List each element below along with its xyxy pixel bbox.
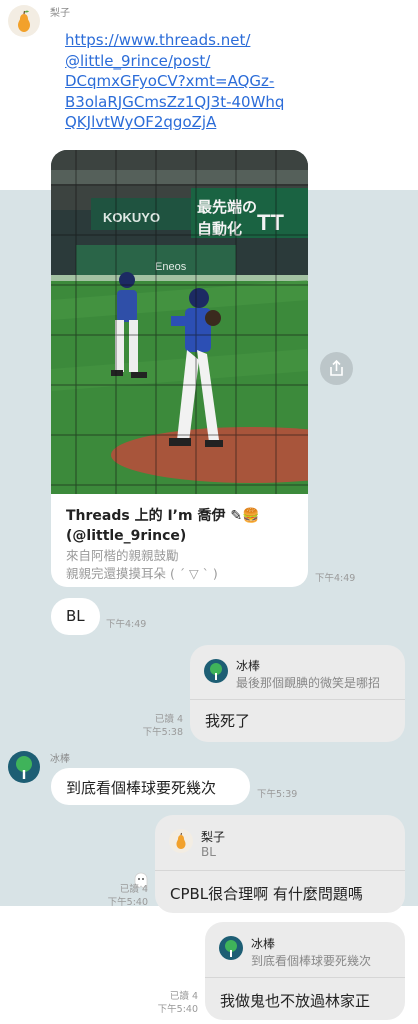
preview-title: Threads 上的 I’m 喬伊 ✎🍔 (@little_9rince) bbox=[66, 506, 302, 546]
message-text: CPBL很合理啊 有什麼問題嗎 bbox=[170, 885, 363, 903]
preview-handle: (@little_9rince) bbox=[66, 528, 187, 544]
preview-description: 來自阿楷的親親鼓勵 親親完還摸摸耳朵 ( ´ ▽ ` ) bbox=[66, 547, 302, 583]
preview-title-text: Threads 上的 I’m 喬伊 ✎🍔 bbox=[66, 508, 260, 524]
tree-avatar[interactable] bbox=[8, 751, 40, 783]
read-receipt: 已讀 4 bbox=[119, 884, 148, 895]
reply-quote-header[interactable]: 冰棒 最後那個靦腆的微笑是哪招 bbox=[190, 645, 405, 700]
tree-avatar bbox=[219, 936, 243, 960]
link-line: QKJlvtWyOF2qgoZjA bbox=[65, 113, 217, 131]
reply-sender-name: 冰棒 bbox=[251, 937, 276, 951]
svg-text:TT: TT bbox=[257, 210, 284, 235]
reply-message-bubble[interactable]: 冰棒 到底看個棒球要死幾次 我做鬼也不放過林家正 bbox=[205, 922, 405, 1020]
pear-icon bbox=[18, 10, 30, 32]
preview-desc-line: 來自阿楷的親親鼓勵 bbox=[66, 548, 179, 563]
timestamp: 下午5:39 bbox=[257, 789, 298, 800]
reply-message-bubble[interactable]: 梨子 BL CPBL很合理啊 有什麼問題嗎 bbox=[155, 815, 405, 913]
link-preview-card[interactable]: KOKUYO 最先端の 自動化 TT Eneos Threads 上的 I’m … bbox=[51, 150, 308, 587]
svg-text:最先端の: 最先端の bbox=[197, 198, 257, 216]
timestamp: 下午5:40 bbox=[107, 897, 148, 908]
reply-quoted-text: 最後那個靦腆的微笑是哪招 bbox=[236, 676, 381, 690]
reply-quote-header[interactable]: 梨子 BL bbox=[155, 815, 405, 871]
message-bubble[interactable]: BL bbox=[51, 598, 100, 635]
sender-name: 冰棒 bbox=[50, 754, 70, 765]
svg-text:KOKUYO: KOKUYO bbox=[103, 210, 160, 225]
reply-message-bubble[interactable]: 冰棒 最後那個靦腆的微笑是哪招 我死了 bbox=[190, 645, 405, 742]
threads-link[interactable]: https://www.threads.net/ @little_9rince/… bbox=[65, 30, 308, 133]
share-icon bbox=[330, 359, 343, 376]
pear-icon bbox=[176, 832, 186, 849]
timestamp: 下午4:49 bbox=[315, 573, 356, 584]
reply-quoted-text: BL bbox=[201, 845, 216, 859]
reply-quote-header[interactable]: 冰棒 到底看個棒球要死幾次 bbox=[205, 922, 405, 978]
link-line: https://www.threads.net/ bbox=[65, 31, 251, 49]
link-line: @little_9rince/post/ bbox=[65, 51, 211, 70]
pear-avatar[interactable] bbox=[8, 5, 40, 37]
reply-sender-name: 冰棒 bbox=[236, 659, 261, 673]
read-receipt: 已讀 4 bbox=[169, 991, 198, 1002]
share-button[interactable] bbox=[320, 352, 353, 385]
link-line: DCqmxGFyoCV?xmt=AQGz- bbox=[65, 72, 275, 90]
timestamp: 下午5:40 bbox=[157, 1004, 198, 1015]
message-text: 到底看個棒球要死幾次 bbox=[66, 779, 217, 797]
reply-quoted-text: 到底看個棒球要死幾次 bbox=[251, 954, 372, 968]
tree-icon bbox=[16, 756, 32, 779]
preview-desc-line: 親親完還摸摸耳朵 ( ´ ▽ ` ) bbox=[66, 566, 218, 581]
svg-text:Eneos: Eneos bbox=[155, 261, 187, 273]
message-text: 我做鬼也不放過林家正 bbox=[220, 992, 371, 1010]
message-bubble[interactable]: 到底看個棒球要死幾次 bbox=[51, 768, 250, 805]
tree-icon bbox=[210, 663, 222, 680]
reply-sender-name: 梨子 bbox=[201, 830, 226, 844]
timestamp: 下午5:38 bbox=[142, 727, 183, 738]
pear-avatar bbox=[169, 829, 193, 853]
message-text: 我死了 bbox=[205, 712, 251, 730]
tree-icon bbox=[225, 940, 237, 957]
sender-name: 梨子 bbox=[50, 8, 70, 19]
link-line: B3olaRJGCmsZz1QJ3t-40Whq bbox=[65, 92, 285, 111]
tree-avatar bbox=[204, 659, 228, 683]
read-receipt: 已讀 4 bbox=[154, 714, 183, 725]
message-text: BL bbox=[66, 607, 85, 625]
timestamp: 下午4:49 bbox=[106, 619, 147, 630]
link-message-bubble[interactable]: https://www.threads.net/ @little_9rince/… bbox=[51, 21, 322, 140]
preview-image: KOKUYO 最先端の 自動化 TT Eneos bbox=[51, 150, 308, 494]
